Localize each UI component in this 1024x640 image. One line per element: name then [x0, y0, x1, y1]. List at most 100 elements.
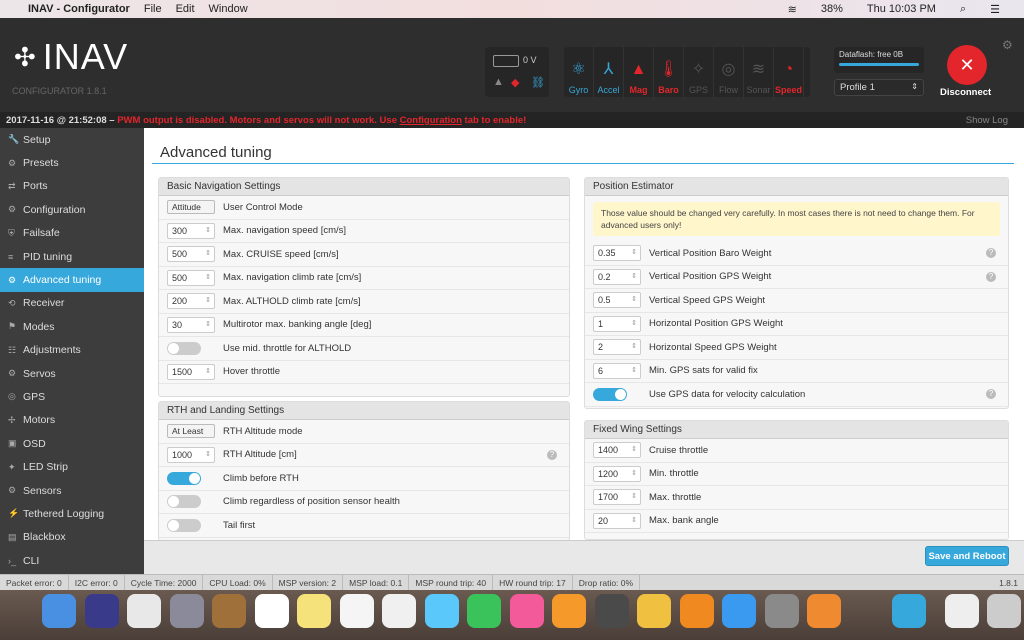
zip-file-icon[interactable] — [944, 594, 979, 628]
number-input[interactable]: 1 — [593, 315, 641, 332]
number-input[interactable]: 2 — [593, 339, 641, 356]
sidebar-item-sensors[interactable]: ⚙ Sensors — [0, 479, 144, 502]
sidebar-item-failsafe[interactable]: ⛨ Failsafe — [0, 222, 144, 245]
number-input[interactable]: 1200 — [593, 465, 641, 482]
itunes-icon[interactable] — [509, 594, 544, 628]
number-input[interactable]: 20 — [593, 512, 641, 529]
number-input[interactable]: 300 — [167, 222, 215, 239]
status-item: Cycle Time: 2000 — [125, 575, 204, 590]
sidebar-item-advanced-tuning[interactable]: ⚙ Advanced tuning — [0, 268, 144, 292]
sidebar-item-motors[interactable]: ✢ Motors — [0, 409, 144, 432]
system-preferences-icon[interactable] — [764, 594, 799, 628]
number-input[interactable]: 200 — [167, 293, 215, 310]
appstore-icon[interactable] — [722, 594, 756, 628]
sidebar-item-pid-tuning[interactable]: ≡ PID tuning — [0, 245, 144, 268]
fusion360-icon[interactable] — [807, 594, 841, 628]
sidebar-item-receiver[interactable]: ⟲ Receiver — [0, 292, 144, 315]
setting-row: 0.5 Vertical Speed GPS Weight — [585, 289, 1008, 313]
sidebar-item-gps[interactable]: ◎ GPS — [0, 385, 144, 408]
facetime-icon[interactable] — [467, 594, 501, 628]
inav-icon[interactable] — [892, 594, 926, 628]
sidebar-item-servos[interactable]: ⚙ Servos — [0, 362, 144, 385]
sidebar-item-modes[interactable]: ⚑ Modes — [0, 315, 144, 338]
status-item: Packet error: 0 — [0, 575, 69, 590]
sidebar-item-adjustments[interactable]: ☷ Adjustments — [0, 339, 144, 362]
menu-window[interactable]: Window — [209, 3, 248, 15]
toggle-switch[interactable] — [167, 495, 201, 509]
sidebar-item-configuration[interactable]: ⚙ Configuration — [0, 198, 144, 221]
sidebar-item-presets[interactable]: ⚙ Presets — [0, 151, 144, 174]
usb-disconnect-icon[interactable]: ✕ — [947, 45, 987, 85]
number-input[interactable]: 0.35 — [593, 245, 641, 262]
sublime-icon[interactable] — [594, 594, 629, 628]
save-and-reboot-button[interactable]: Save and Reboot — [925, 546, 1009, 566]
number-input[interactable]: 500 — [167, 246, 215, 263]
wifi-icon[interactable]: ≋ — [788, 3, 797, 16]
setting-label: Vertical Position Baro Weight — [649, 247, 772, 259]
messages-icon[interactable] — [424, 594, 459, 628]
spotlight-icon[interactable]: ⌕ — [960, 3, 966, 16]
calendar-icon[interactable] — [254, 594, 289, 628]
help-icon[interactable]: ? — [986, 248, 996, 259]
toggle-switch[interactable] — [167, 471, 201, 485]
number-input[interactable]: 1000 — [167, 446, 215, 463]
vlc-icon[interactable] — [679, 594, 714, 628]
sidebar-item-setup[interactable]: 🔧 Setup — [0, 128, 144, 151]
number-input[interactable]: 1500 — [167, 363, 215, 380]
number-input[interactable]: 6 — [593, 362, 641, 379]
sidebar-item-led-strip[interactable]: ✦ LED Strip — [0, 455, 144, 478]
number-input[interactable]: 1400 — [593, 442, 641, 459]
trash-icon[interactable] — [987, 594, 1021, 628]
notebook-icon[interactable] — [212, 594, 246, 628]
toggle-switch[interactable] — [167, 341, 201, 355]
atom-icon: ⚛ — [571, 61, 586, 78]
menu-edit[interactable]: Edit — [176, 3, 195, 15]
toggle-switch[interactable] — [167, 518, 201, 532]
number-input[interactable]: 1700 — [593, 489, 641, 506]
sensor-accel: ⅄ Accel — [594, 47, 624, 99]
toggle-switch[interactable] — [593, 387, 627, 401]
notification-center-icon[interactable]: ☰ — [990, 3, 1000, 16]
battery-percent[interactable]: 38% — [821, 3, 843, 16]
setting-label: User Control Mode — [223, 201, 303, 213]
chrome-icon[interactable] — [127, 594, 161, 628]
sidebar-item-cli[interactable]: ›_ CLI — [0, 549, 144, 572]
sidebar-item-ports[interactable]: ⇄ Ports — [0, 175, 144, 198]
help-icon[interactable]: ? — [986, 271, 996, 282]
help-icon[interactable]: ? — [986, 389, 996, 400]
launchpad-icon[interactable] — [169, 594, 204, 628]
sidebar-icon: ⚙ — [8, 204, 17, 215]
reminders-icon[interactable] — [339, 594, 374, 628]
clock[interactable]: Thu 10:03 PM — [867, 3, 936, 16]
photos-icon[interactable] — [382, 594, 416, 628]
configuration-link[interactable]: Configuration — [400, 115, 462, 126]
setting-label: Min. throttle — [649, 468, 699, 480]
sensor-label: Gyro — [568, 85, 589, 95]
select-field[interactable]: At Least — [167, 424, 215, 439]
sensor-baro: 🌡 Baro — [654, 47, 684, 99]
notes-icon[interactable] — [297, 594, 331, 628]
sidebar-item-tethered-logging[interactable]: ⚡ Tethered Logging — [0, 502, 144, 525]
sidebar-item-blackbox[interactable]: ▤ Blackbox — [0, 526, 144, 549]
profile-select[interactable]: Profile 1 ⇕ — [834, 79, 924, 96]
number-input[interactable]: 0.2 — [593, 268, 641, 285]
sidebar-item-label: Failsafe — [23, 227, 60, 240]
finder-icon[interactable] — [42, 594, 76, 628]
warning-icon: ▲ — [493, 76, 504, 88]
menu-app-name[interactable]: INAV - Configurator — [28, 3, 130, 15]
number-input[interactable]: 500 — [167, 269, 215, 286]
help-icon[interactable]: ? — [547, 449, 557, 460]
cyberduck-icon[interactable] — [637, 594, 671, 628]
ibooks-icon[interactable] — [552, 594, 586, 628]
show-log-button[interactable]: Show Log — [966, 115, 1008, 126]
disconnect-button[interactable]: Disconnect — [940, 87, 991, 98]
number-input[interactable]: 0.5 — [593, 292, 641, 309]
select-field[interactable]: Attitude — [167, 200, 215, 215]
siri-icon[interactable] — [84, 594, 119, 628]
sidebar-item-osd[interactable]: ▣ OSD — [0, 432, 144, 455]
setting-row: 1 Horizontal Position GPS Weight — [585, 313, 1008, 336]
menu-file[interactable]: File — [144, 3, 162, 15]
gear-icon[interactable]: ⚙ — [1002, 38, 1013, 52]
number-input[interactable]: 30 — [167, 316, 215, 333]
setting-row: Attitude User Control Mode — [159, 196, 569, 220]
